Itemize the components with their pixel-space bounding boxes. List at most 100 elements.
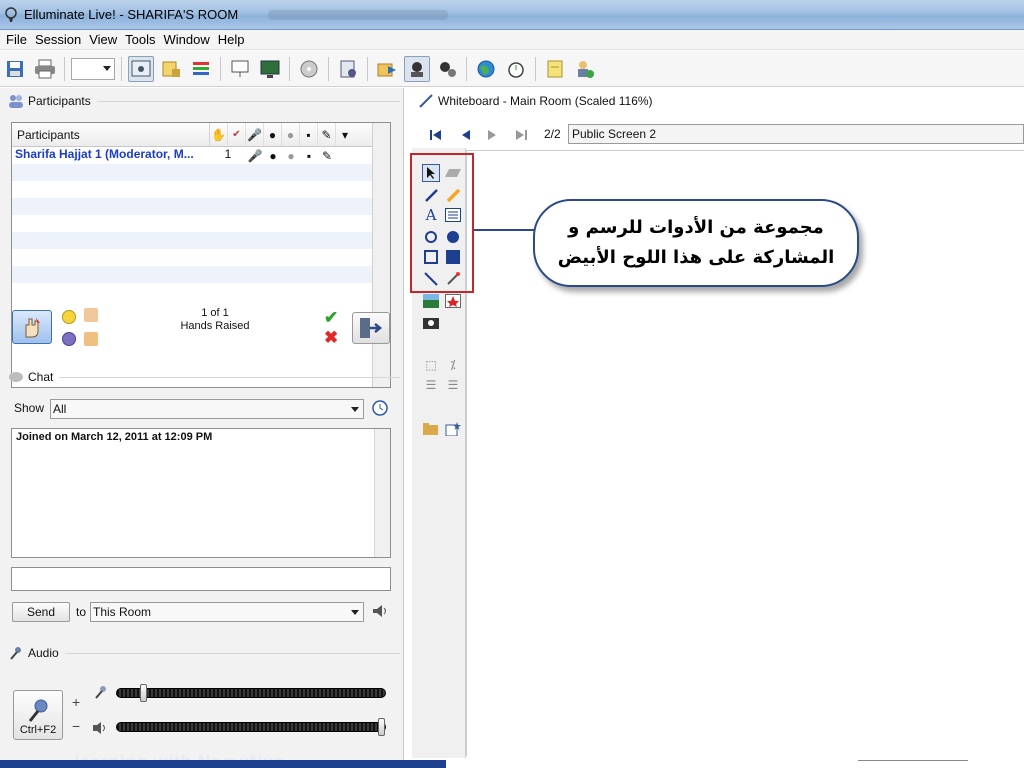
save-button[interactable] — [2, 56, 28, 82]
participant-row[interactable]: Sharifa Hajjat 1 (Moderator, M... 1 🎤 ● … — [12, 147, 390, 164]
column-menu-icon[interactable]: ▾ — [336, 123, 354, 146]
participants-icon — [9, 95, 23, 108]
header-divider — [96, 100, 400, 102]
menu-file[interactable]: File — [2, 32, 31, 47]
presentation-button[interactable] — [227, 56, 253, 82]
clock-icon[interactable] — [372, 400, 388, 416]
chat-column-icon[interactable]: ● — [282, 123, 300, 146]
image-clipart-icon[interactable] — [422, 292, 440, 310]
send-to-back-icon[interactable]: ☰ — [422, 376, 440, 394]
chat-icon: ● — [287, 148, 295, 163]
exit-room-button[interactable] — [352, 312, 390, 344]
ungroup-icon[interactable]: ⁒ — [444, 356, 462, 374]
callout-line-2: المشاركة على هذا اللوح الأبيض — [557, 247, 835, 268]
notes-button[interactable] — [542, 56, 568, 82]
speak-text-icon[interactable] — [372, 604, 390, 618]
first-page-icon[interactable] — [430, 130, 442, 140]
multimedia-button[interactable] — [296, 56, 322, 82]
participant-hand-count: 1 — [224, 147, 232, 161]
sad-emoticon-icon[interactable] — [62, 332, 76, 346]
menu-tools[interactable]: Tools — [121, 32, 159, 47]
show-label: Show — [14, 401, 45, 415]
chat-filter-select[interactable]: All — [50, 399, 364, 419]
send-button[interactable]: Send — [12, 602, 70, 622]
raise-hand-button[interactable] — [12, 310, 52, 344]
corner-rule — [858, 760, 968, 761]
chat-bubble-icon — [9, 372, 23, 382]
toolbar-separator — [121, 56, 122, 81]
chat-log[interactable]: Joined on March 12, 2011 at 12:09 PM — [11, 428, 391, 558]
mic-volume-slider[interactable] — [116, 684, 386, 702]
print-button[interactable] — [32, 56, 58, 82]
approve-checkmark-icon[interactable]: ✔ — [324, 308, 338, 328]
menu-session[interactable]: Session — [31, 32, 85, 47]
toolbar-separator — [64, 56, 65, 81]
screen-select[interactable]: Public Screen 2 — [568, 124, 1024, 144]
participants-column-label[interactable]: Participants — [12, 123, 210, 146]
recipient-select[interactable]: This Room — [90, 602, 364, 622]
hand-column-icon[interactable]: ✋ — [210, 123, 228, 146]
import-star-icon[interactable] — [444, 420, 462, 438]
list-button[interactable] — [188, 56, 214, 82]
add-user-icon — [578, 60, 594, 78]
talk-button[interactable]: Ctrl+F2 — [13, 690, 63, 740]
file-transfer-button[interactable] — [335, 56, 361, 82]
video-watch-button[interactable] — [434, 56, 460, 82]
add-user-button[interactable] — [572, 56, 598, 82]
deny-x-icon[interactable]: ✖ — [324, 328, 338, 348]
empty-row — [12, 198, 390, 215]
hands-raised-status: 1 of 1 Hands Raised — [170, 307, 260, 333]
web-tour-button[interactable] — [473, 56, 499, 82]
file-gear-icon — [340, 60, 356, 77]
layout-dropdown[interactable] — [71, 57, 115, 80]
header-divider — [64, 652, 400, 654]
participants-scrollbar[interactable] — [372, 123, 390, 387]
webcam-column-icon[interactable]: ● — [264, 123, 282, 146]
speaker-volume-thumb[interactable] — [378, 718, 385, 736]
pen-icon: ✎ — [321, 148, 333, 163]
video-button[interactable] — [404, 55, 430, 82]
webcam-person-icon — [411, 61, 423, 77]
microphone-icon — [10, 647, 21, 660]
last-page-icon[interactable] — [516, 130, 528, 140]
open-folder-icon[interactable] — [422, 420, 440, 438]
chat-input[interactable] — [11, 567, 391, 591]
to-label: to — [76, 605, 87, 619]
annotation-callout: مجموعة من الأدوات للرسم و المشاركة على ه… — [533, 199, 859, 287]
lock-button[interactable] — [158, 56, 184, 82]
applause-emoticon-icon[interactable] — [84, 308, 98, 322]
microphone-column-icon[interactable]: 🎤 — [246, 123, 264, 146]
bring-to-front-icon[interactable]: ☰ — [444, 376, 462, 394]
callout-line-1: مجموعة من الأدوات للرسم و — [568, 217, 824, 238]
tools-highlight-box — [410, 153, 474, 293]
menu-window[interactable]: Window — [160, 32, 214, 47]
app-share-button[interactable] — [257, 56, 283, 82]
thumbs-emoticon-icon[interactable] — [84, 332, 98, 346]
smiley-emoticon-icon[interactable] — [62, 310, 76, 324]
mic-volume-thumb[interactable] — [140, 684, 147, 702]
menu-view[interactable]: View — [85, 32, 121, 47]
next-page-icon[interactable] — [488, 130, 498, 140]
toolbar-separator — [220, 56, 221, 81]
webcam-icon: ● — [269, 148, 277, 163]
chat-filter-value: All — [53, 402, 67, 416]
stopwatch-icon — [508, 61, 524, 78]
clipart-star-icon[interactable] — [444, 292, 462, 310]
screen-column-icon[interactable]: ▪ — [300, 123, 318, 146]
menu-help[interactable]: Help — [214, 32, 249, 47]
chat-scrollbar[interactable] — [374, 429, 390, 557]
checkmark-column-icon[interactable]: ✔ — [228, 123, 246, 146]
timer-button[interactable] — [503, 56, 529, 82]
title-bar: Elluminate Live! - SHARIFA'S ROOM — [0, 0, 1024, 30]
previous-page-icon[interactable] — [460, 130, 470, 140]
monitor-share-icon — [260, 60, 280, 78]
group-select-icon[interactable]: ⬚ — [422, 356, 440, 374]
breakout-button[interactable] — [374, 56, 400, 82]
pen-column-icon[interactable]: ✎ — [318, 123, 336, 146]
speaker-volume-slider[interactable] — [116, 718, 386, 736]
audio-header: Audio — [8, 646, 400, 660]
empty-row — [12, 215, 390, 232]
toolbar-separator — [289, 56, 290, 81]
preview-button[interactable] — [128, 55, 154, 82]
screen-capture-icon[interactable] — [422, 314, 440, 332]
